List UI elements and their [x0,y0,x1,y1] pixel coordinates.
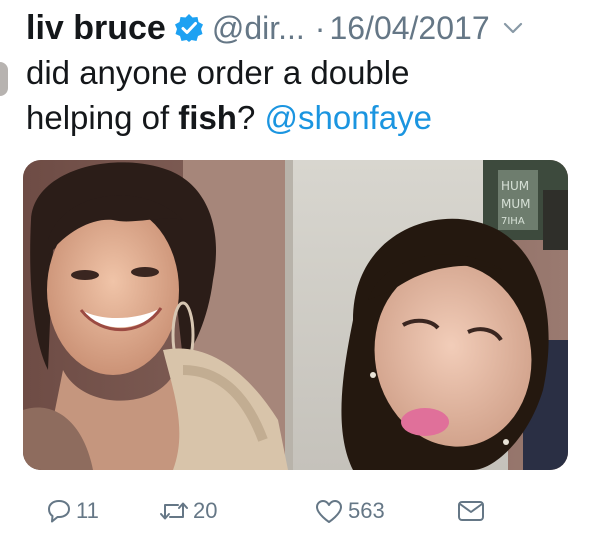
tweet-date[interactable]: 16/04/2017 [329,10,489,47]
author-name[interactable]: liv bruce [26,9,166,48]
tweet-header: liv bruce @dir... · 16/04/2017 [26,6,585,50]
retweet-icon [159,498,189,524]
envelope-icon [456,498,486,524]
reply-button[interactable]: 11 [46,492,99,530]
reply-icon [46,498,72,524]
chevron-down-icon[interactable] [502,17,524,39]
poster-text-1: HUM [501,179,529,193]
avatar[interactable] [0,62,8,96]
poster-text-2: MUM [501,197,531,211]
verified-badge-icon [174,13,204,43]
like-button[interactable]: 563 [314,492,385,530]
mention-link[interactable]: @shonfaye [265,99,432,136]
tweet-text: did anyone order a double helping of fis… [26,50,586,140]
retweet-count: 20 [193,498,218,523]
tweet-text-line1: did anyone order a double [26,54,410,91]
tweet-text-bold: fish [178,99,237,136]
reply-count: 11 [76,498,99,523]
tweet-actions: 11 20 563 [46,492,566,530]
tweet-text-line2: helping of [26,99,179,136]
direct-message-button[interactable] [456,492,486,530]
author-handle[interactable]: @dir... [212,10,305,47]
separator-dot: · [314,9,326,46]
retweet-button[interactable]: 20 [159,492,217,530]
tweet-text-punct: ? [236,99,265,136]
like-count: 563 [348,498,385,523]
tweet-photo[interactable]: HUM MUM 7IHA [23,160,568,470]
poster-text-3: 7IHA [501,216,525,227]
heart-icon [314,498,344,524]
